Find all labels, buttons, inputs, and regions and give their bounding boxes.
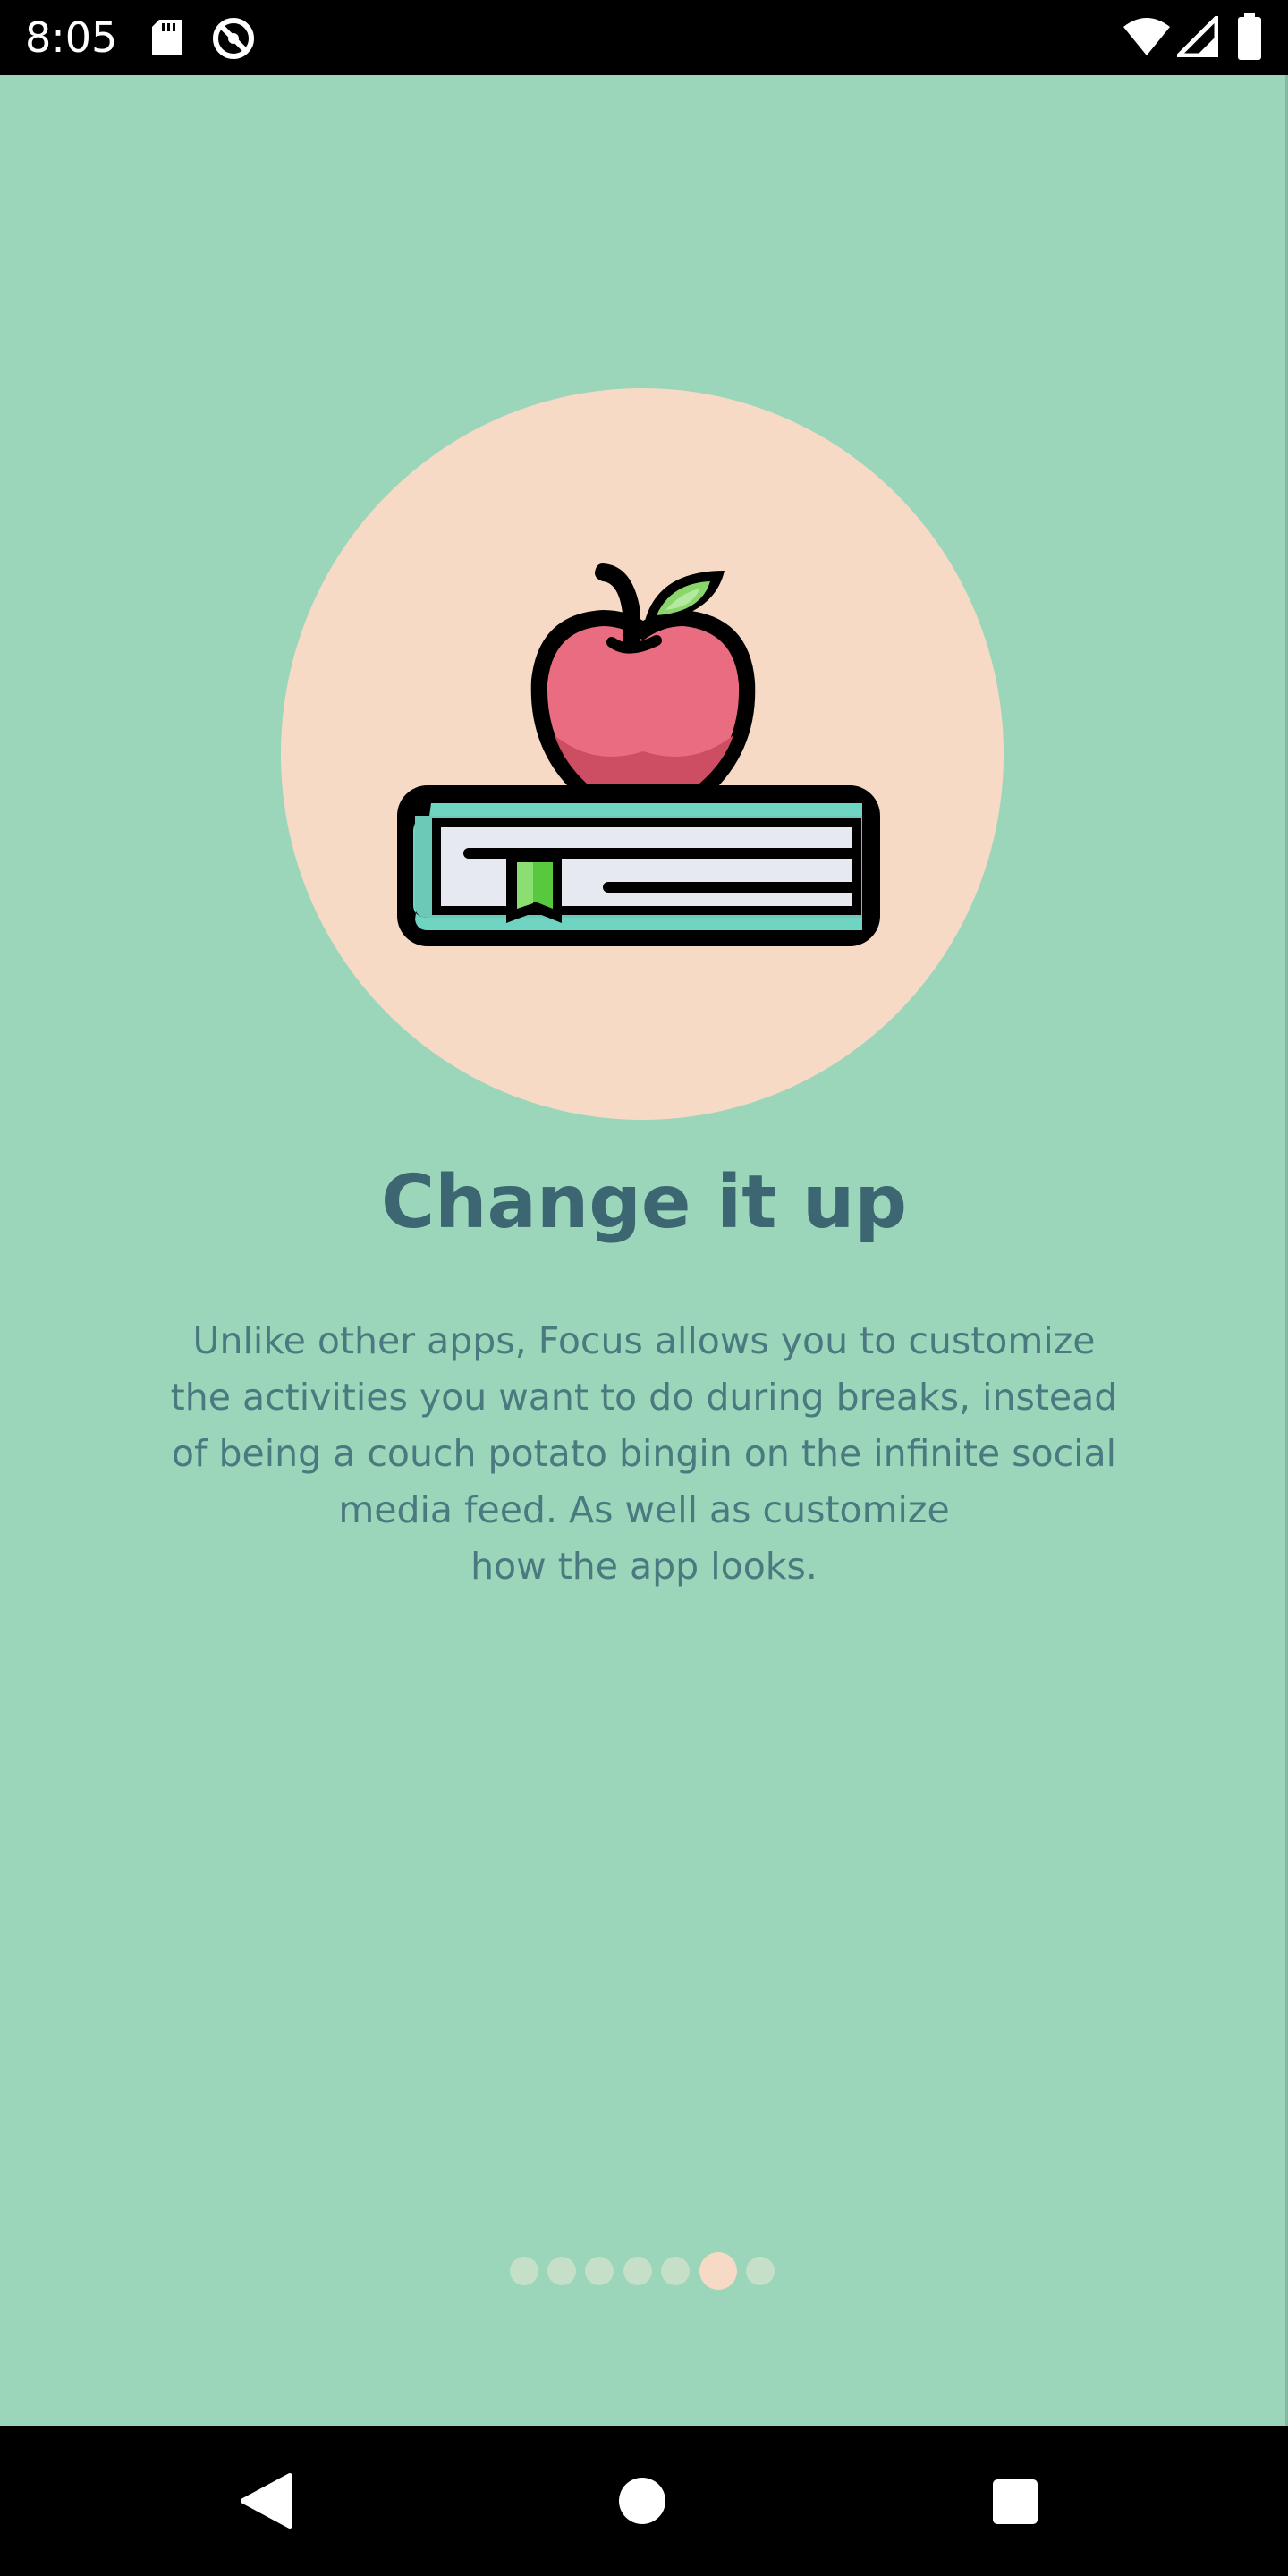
page-description: Unlike other apps, Focus allows you to c… (170, 1313, 1118, 1595)
page-indicator (501, 2250, 787, 2292)
home-icon[interactable] (617, 2476, 667, 2526)
page-dot-7[interactable] (746, 2257, 775, 2285)
page-dot-1[interactable] (510, 2257, 538, 2285)
wifi-icon (1123, 18, 1170, 55)
page-dot-3[interactable] (585, 2257, 614, 2285)
cell-signal-icon (1177, 16, 1218, 57)
apple-on-book-icon (397, 564, 880, 946)
description-line: the activities you want to do during bre… (170, 1376, 1118, 1419)
sd-card-icon (152, 20, 182, 55)
page-dot-5[interactable] (661, 2257, 690, 2285)
no-disturb-icon (213, 18, 254, 59)
status-time: 8:05 (25, 13, 118, 62)
battery-icon (1238, 13, 1261, 60)
description-line: how the app looks. (470, 1545, 818, 1588)
back-icon[interactable] (240, 2472, 293, 2529)
page-title: Change it up (380, 1160, 908, 1245)
page-dot-6-active[interactable] (699, 2252, 737, 2290)
page-dot-2[interactable] (547, 2257, 576, 2285)
description-line: media feed. As well as customize (338, 1488, 950, 1531)
navigation-bar (0, 2426, 1288, 2576)
status-bar: 8:05 (0, 0, 1288, 75)
recents-icon[interactable] (991, 2478, 1039, 2526)
description-line: of being a couch potato bingin on the in… (171, 1432, 1117, 1475)
description-line: Unlike other apps, Focus allows you to c… (192, 1319, 1096, 1362)
page-dot-4[interactable] (623, 2257, 652, 2285)
